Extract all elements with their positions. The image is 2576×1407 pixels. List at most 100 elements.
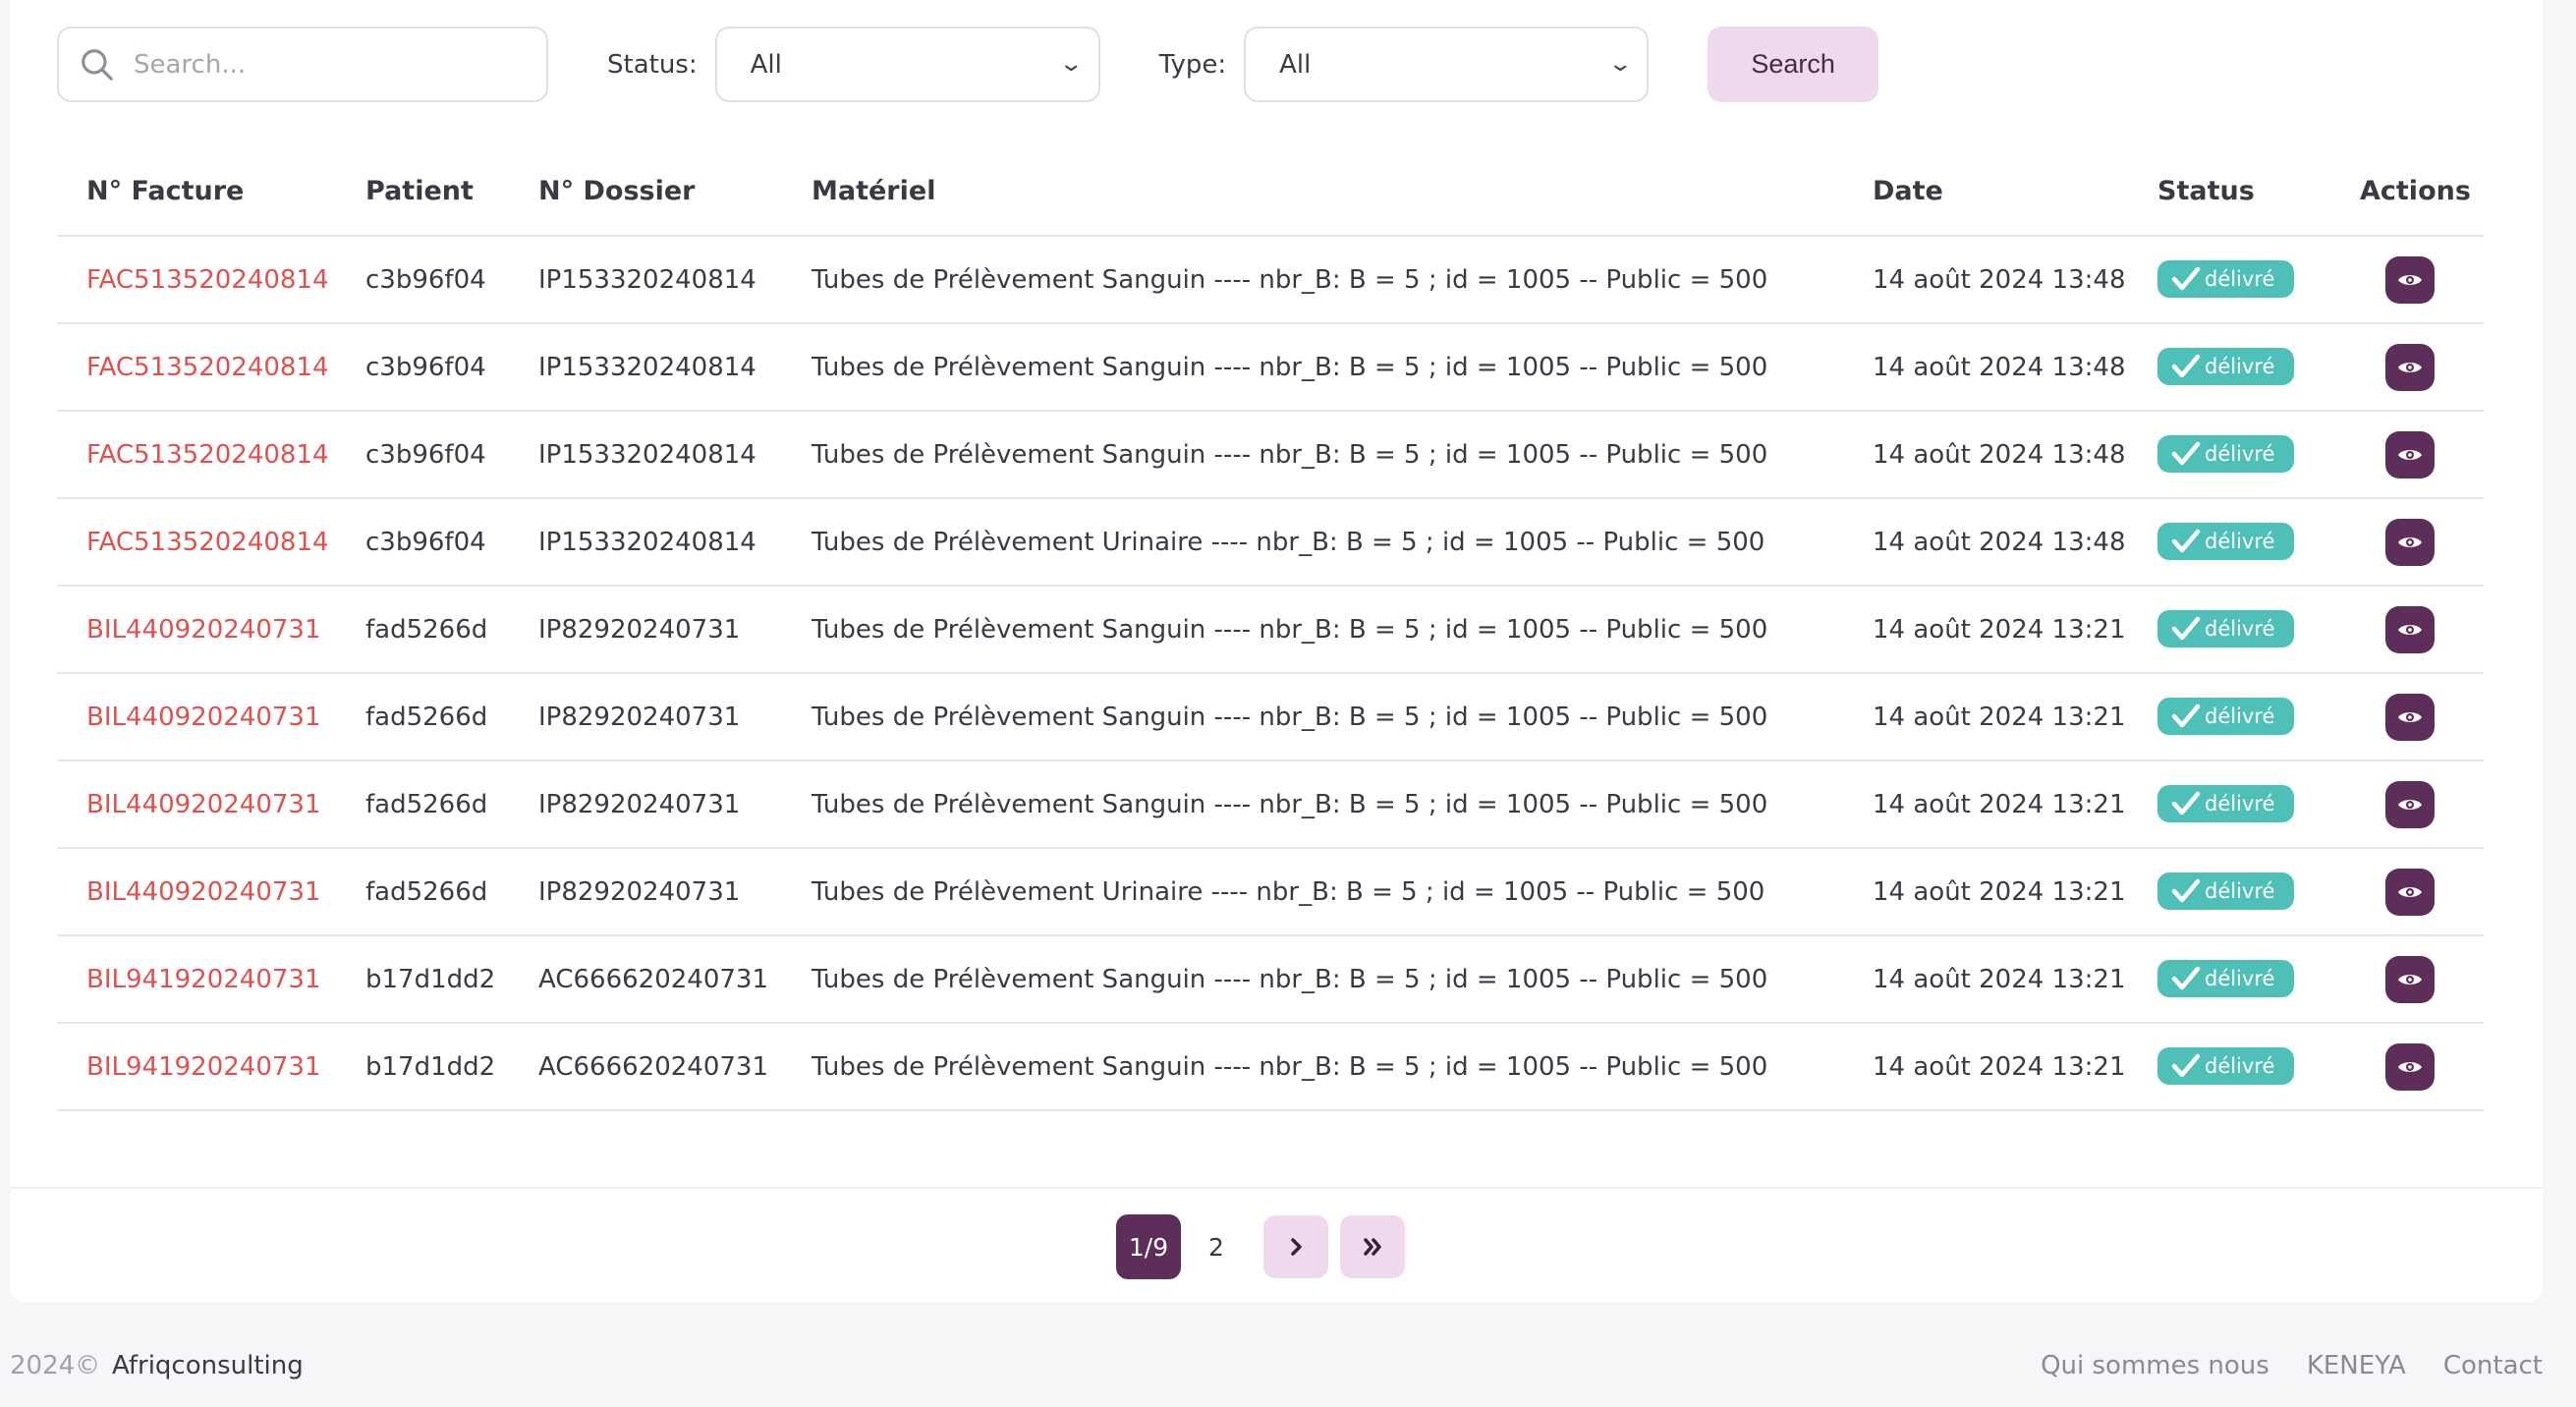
last-page-button[interactable]: [1340, 1215, 1405, 1278]
footer-link-about[interactable]: Qui sommes nous: [2041, 1351, 2269, 1380]
materiel-cell: Tubes de Prélèvement Urinaire ---- nbr_B…: [782, 498, 1843, 587]
type-select[interactable]: All ⌄: [1244, 27, 1650, 102]
view-button[interactable]: [2385, 255, 2435, 304]
invoice-number-link[interactable]: FAC513520240814: [57, 411, 336, 499]
view-button[interactable]: [2385, 518, 2435, 566]
header-dossier: N° Dossier: [509, 147, 782, 237]
dossier-cell: AC666620240731: [509, 1023, 782, 1111]
materiel-cell: Tubes de Prélèvement Sanguin ---- nbr_B:…: [782, 411, 1843, 499]
type-filter-label: Type:: [1158, 49, 1227, 80]
eye-icon: [2398, 799, 2422, 810]
invoice-number-link[interactable]: BIL440920240731: [57, 848, 336, 936]
eye-icon: [2398, 886, 2422, 897]
footer-link-keneya[interactable]: KENEYA: [2307, 1351, 2406, 1380]
dossier-cell: IP153320240814: [509, 323, 782, 412]
status-badge: délivré: [2157, 610, 2295, 647]
footer-link-contact[interactable]: Contact: [2443, 1351, 2543, 1380]
table-row: FAC513520240814 c3b96f04 IP153320240814 Tub…: [57, 498, 2484, 587]
header-actions: Actions: [2330, 147, 2484, 237]
date-cell: 14 août 2024 13:48: [1843, 498, 2128, 587]
check-icon: [2171, 441, 2201, 466]
invoice-number-link[interactable]: FAC513520240814: [57, 498, 336, 587]
actions-cell: [2330, 586, 2484, 674]
check-icon: [2171, 704, 2201, 728]
status-badge-label: délivré: [2205, 704, 2275, 728]
invoice-number-link[interactable]: BIL440920240731: [57, 586, 336, 674]
eye-icon: [2398, 536, 2422, 547]
date-cell: 14 août 2024 13:21: [1843, 848, 2128, 936]
materiel-cell: Tubes de Prélèvement Sanguin ---- nbr_B:…: [782, 236, 1843, 324]
search-button[interactable]: Search: [1708, 27, 1879, 102]
check-icon: [2171, 878, 2201, 903]
invoice-number-link[interactable]: FAC513520240814: [57, 323, 336, 412]
status-cell: délivré: [2128, 411, 2330, 499]
footer-brand[interactable]: Afriqconsulting: [112, 1351, 304, 1380]
eye-icon: [2398, 974, 2422, 985]
search-input[interactable]: [134, 49, 507, 80]
invoice-number-link[interactable]: BIL941920240731: [57, 1023, 336, 1111]
header-materiel: Matériel: [782, 147, 1843, 237]
next-page-button[interactable]: [1263, 1215, 1328, 1278]
view-button[interactable]: [2385, 780, 2435, 828]
double-chevron-right-icon: [1364, 1238, 1381, 1256]
status-badge: délivré: [2157, 960, 2295, 997]
invoice-number-link[interactable]: BIL941920240731: [57, 935, 336, 1024]
table-row: BIL440920240731 fad5266d IP82920240731 Tube…: [57, 760, 2484, 849]
check-icon: [2171, 1053, 2201, 1078]
table-row: FAC513520240814 c3b96f04 IP153320240814 Tub…: [57, 411, 2484, 499]
view-button[interactable]: [2385, 955, 2435, 1003]
status-badge: délivré: [2157, 523, 2295, 560]
search-icon: [82, 48, 113, 81]
status-select-value: All: [750, 49, 782, 80]
status-badge-label: délivré: [2205, 879, 2275, 903]
status-badge-label: délivré: [2205, 617, 2275, 641]
dossier-cell: IP82920240731: [509, 760, 782, 849]
view-button[interactable]: [2385, 343, 2435, 391]
chevron-right-icon: [1291, 1238, 1302, 1256]
check-icon: [2171, 616, 2201, 641]
eye-icon: [2398, 362, 2422, 372]
status-badge: délivré: [2157, 435, 2295, 473]
type-select-value: All: [1279, 49, 1312, 80]
actions-cell: [2330, 848, 2484, 936]
view-button[interactable]: [2385, 605, 2435, 653]
view-button[interactable]: [2385, 1042, 2435, 1091]
view-button[interactable]: [2385, 430, 2435, 478]
invoice-table: N° Facture Patient N° Dossier Matériel D…: [57, 147, 2484, 1111]
patient-cell: fad5266d: [336, 848, 509, 936]
status-badge: délivré: [2157, 348, 2295, 385]
materiel-cell: Tubes de Prélèvement Sanguin ---- nbr_B:…: [782, 760, 1843, 849]
patient-cell: b17d1dd2: [336, 935, 509, 1024]
status-cell: délivré: [2128, 848, 2330, 936]
footer-copyright: 2024©: [10, 1351, 101, 1380]
dossier-cell: IP153320240814: [509, 498, 782, 587]
table-row: BIL440920240731 fad5266d IP82920240731 Tube…: [57, 673, 2484, 761]
materiel-cell: Tubes de Prélèvement Urinaire ---- nbr_B…: [782, 848, 1843, 936]
pagination-bar: 1/9 2: [10, 1187, 2543, 1302]
table-row: FAC513520240814 c3b96f04 IP153320240814 Tub…: [57, 236, 2484, 324]
status-cell: délivré: [2128, 498, 2330, 587]
actions-cell: [2330, 673, 2484, 761]
eye-icon: [2398, 624, 2422, 635]
status-badge: délivré: [2157, 872, 2295, 910]
view-button[interactable]: [2385, 693, 2435, 741]
page-2-link[interactable]: 2: [1181, 1233, 1252, 1262]
view-button[interactable]: [2385, 868, 2435, 916]
status-select[interactable]: All ⌄: [714, 27, 1100, 102]
dossier-cell: IP82920240731: [509, 848, 782, 936]
status-cell: délivré: [2128, 935, 2330, 1024]
status-cell: délivré: [2128, 236, 2330, 324]
materiel-cell: Tubes de Prélèvement Sanguin ---- nbr_B:…: [782, 586, 1843, 674]
date-cell: 14 août 2024 13:21: [1843, 586, 2128, 674]
dossier-cell: IP153320240814: [509, 236, 782, 324]
status-badge: délivré: [2157, 785, 2295, 822]
header-facture: N° Facture: [57, 147, 336, 237]
header-patient: Patient: [336, 147, 509, 237]
header-status: Status: [2128, 147, 2330, 237]
invoice-number-link[interactable]: BIL440920240731: [57, 760, 336, 849]
invoice-number-link[interactable]: FAC513520240814: [57, 236, 336, 324]
invoice-number-link[interactable]: BIL440920240731: [57, 673, 336, 761]
header-date: Date: [1843, 147, 2128, 237]
actions-cell: [2330, 760, 2484, 849]
search-box[interactable]: [57, 27, 548, 102]
